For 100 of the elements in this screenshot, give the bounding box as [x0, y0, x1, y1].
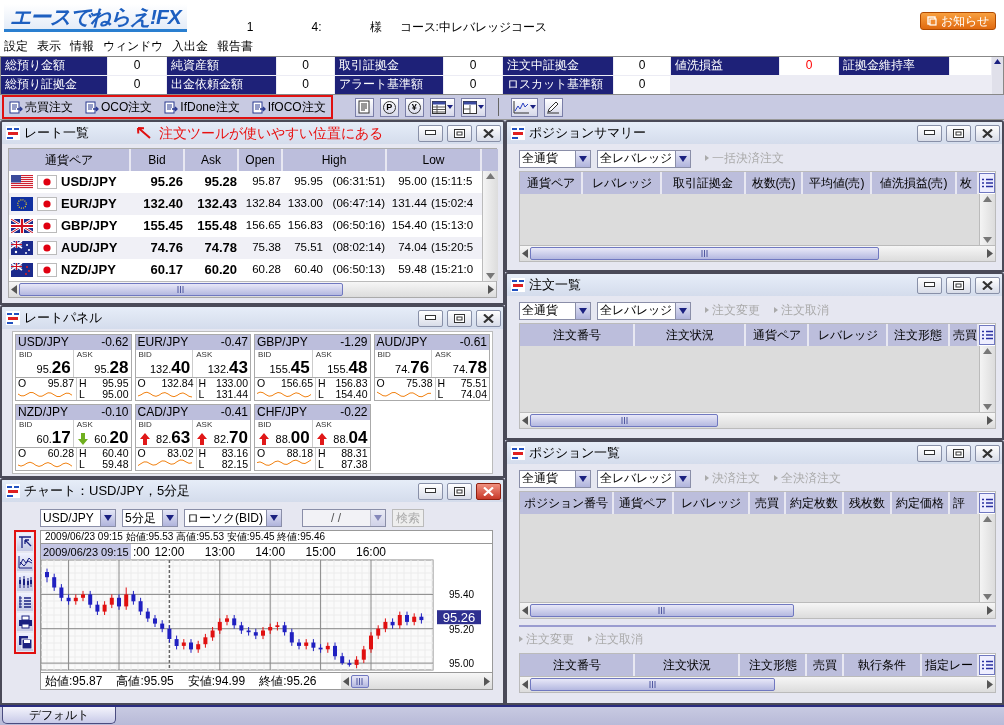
minimize-button[interactable] [418, 482, 443, 500]
menu-item[interactable]: 入出金 [172, 39, 208, 54]
column-list-button[interactable] [979, 493, 995, 513]
filter-dropdown[interactable]: 全レバレッジ [597, 469, 691, 488]
candle [390, 617, 395, 630]
horizontal-scrollbar[interactable] [520, 412, 995, 428]
dropdown[interactable]: ローソク(BID) [184, 509, 282, 527]
chart-tool-button[interactable] [17, 553, 33, 571]
maximize-button[interactable] [447, 309, 472, 327]
column-list-button[interactable] [979, 655, 995, 675]
app-icon [511, 446, 525, 460]
filter-dropdown[interactable]: 全レバレッジ [597, 301, 691, 320]
order-button[interactable]: IfOCO注文 [249, 99, 328, 115]
toolbar-button[interactable] [510, 97, 538, 117]
toolbar-button[interactable] [543, 97, 563, 117]
minimize-button[interactable] [917, 276, 942, 294]
window-title: ポジションサマリー [529, 125, 646, 141]
column-header: 指定レー [922, 654, 979, 676]
dropdown[interactable]: USD/JPY [40, 509, 116, 527]
order-button[interactable]: OCO注文 [83, 99, 155, 115]
list-icon [981, 498, 993, 508]
rate-value: 95.95 [293, 175, 324, 189]
vertical-scrollbar[interactable] [979, 194, 995, 245]
dropdown[interactable]: 5分足 [122, 509, 178, 527]
minimize-button[interactable] [917, 124, 942, 142]
caret-icon [477, 105, 484, 109]
current-price-tag: 95.26 [437, 609, 481, 625]
bid-price: 74.76 [395, 359, 430, 376]
horizontal-scrollbar[interactable] [520, 676, 995, 692]
flag-icon [11, 241, 33, 255]
close-button[interactable] [476, 124, 501, 142]
caret-icon [270, 515, 278, 521]
order-button[interactable]: 売買注文 [7, 99, 75, 115]
column-header: レバレッジ [809, 324, 888, 346]
maximize-button[interactable] [447, 482, 472, 500]
price-label: ASK [196, 351, 213, 359]
chart-tool-button[interactable] [17, 573, 33, 591]
close-button[interactable] [476, 309, 501, 327]
menu-item[interactable]: ウィンドウ [103, 39, 163, 54]
menu-item[interactable]: 情報 [70, 39, 94, 54]
filter-dropdown[interactable]: 全通貨 [519, 301, 591, 320]
filter-dropdown[interactable]: 全レバレッジ [597, 149, 691, 168]
horizontal-scrollbar[interactable] [520, 602, 995, 618]
minimize-button[interactable] [917, 444, 942, 462]
field-label: ロスカット基準額 [503, 76, 613, 94]
menu-item[interactable]: 報告書 [217, 39, 253, 54]
currency-pair: EUR/JPY [137, 335, 189, 350]
print-icon [17, 615, 33, 629]
column-list-button[interactable] [979, 173, 995, 193]
chart-tool-button[interactable] [17, 593, 33, 611]
filter-dropdown[interactable]: 全通貨 [519, 149, 591, 168]
horizontal-scrollbar[interactable] [9, 281, 496, 297]
column-header: Open [239, 149, 283, 171]
price-label: ASK [435, 351, 452, 359]
maximize-button[interactable] [447, 124, 472, 142]
filter-dropdown[interactable]: 全通貨 [519, 469, 591, 488]
candle [109, 593, 114, 609]
change-value: -0.41 [220, 405, 248, 420]
window-title: ポジション一覧 [529, 445, 620, 461]
close-button[interactable] [476, 482, 501, 500]
vertical-scrollbar[interactable] [992, 57, 1003, 94]
maximize-button[interactable] [946, 124, 971, 142]
minimize-button[interactable] [418, 124, 443, 142]
toolbar-button[interactable]: P [379, 97, 399, 117]
close-button[interactable] [975, 444, 1000, 462]
currency-pair: GBP/JPY [257, 335, 308, 350]
chart-tool-button[interactable] [17, 613, 33, 631]
chart-tool-button[interactable] [17, 533, 33, 551]
summary-value: 安値:94.99 [187, 673, 246, 689]
menu-item[interactable]: 表示 [37, 39, 61, 54]
price-label: ASK [315, 351, 332, 359]
close-button[interactable] [975, 276, 1000, 294]
menu-item[interactable]: 設定 [4, 39, 28, 54]
candle [232, 614, 237, 630]
maximize-icon [953, 128, 964, 138]
vertical-scrollbar[interactable] [979, 514, 995, 602]
high-label: H [198, 378, 207, 389]
open-label: O [137, 448, 146, 459]
rate-value: 75.51 [293, 241, 324, 255]
high-label: H [79, 378, 87, 389]
toolbar-button[interactable] [429, 97, 455, 117]
chart-tool-button[interactable] [17, 633, 33, 651]
maximize-button[interactable] [946, 444, 971, 462]
low-label: L [79, 459, 85, 470]
horizontal-scrollbar[interactable] [520, 245, 995, 261]
toolbar-button[interactable] [460, 97, 486, 117]
maximize-button[interactable] [946, 276, 971, 294]
column-list-button[interactable] [979, 325, 995, 345]
toolbar-button[interactable]: ¥ [404, 97, 424, 117]
vertical-scrollbar[interactable] [482, 171, 498, 281]
order-form-icon [164, 100, 179, 114]
close-button[interactable] [975, 124, 1000, 142]
tab[interactable]: デフォルト [2, 707, 116, 724]
vertical-scrollbar[interactable] [979, 346, 995, 412]
minimize-button[interactable] [418, 309, 443, 327]
horizontal-scrollbar[interactable] [341, 673, 492, 689]
rate-value: 59.48 [397, 263, 428, 277]
high-value: 88.31 [341, 448, 368, 459]
order-button[interactable]: IfDone注文 [162, 99, 242, 115]
high-value: 95.95 [102, 378, 129, 389]
